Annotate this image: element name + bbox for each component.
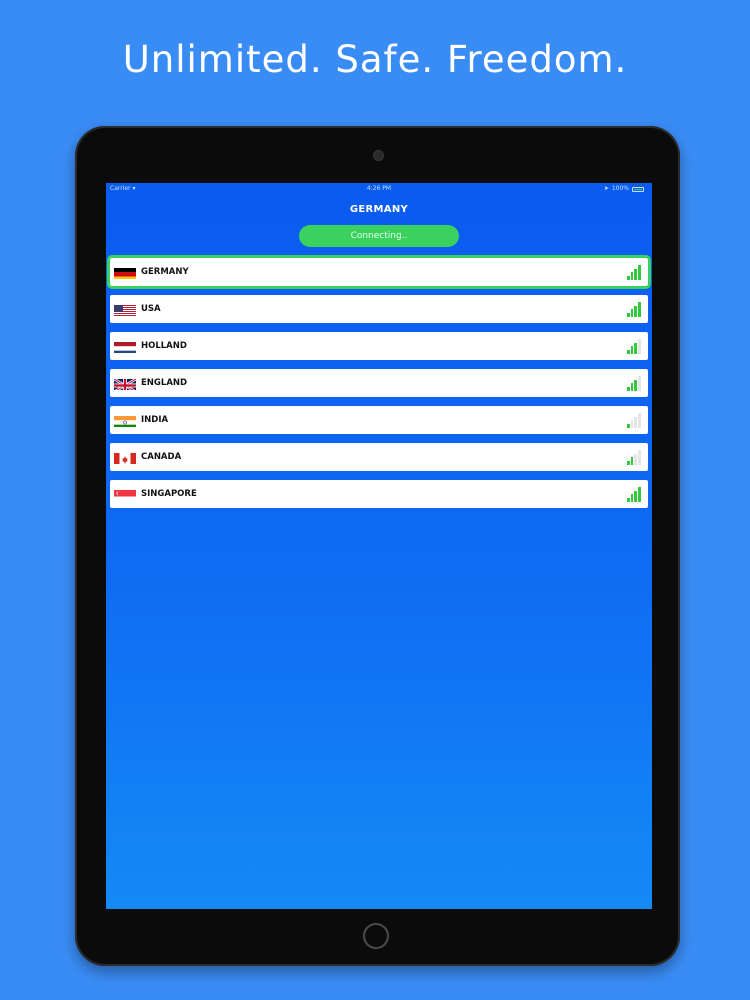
status-time: 4:26 PM (366, 185, 392, 192)
signal-bar (634, 305, 637, 317)
signal-bar (630, 346, 634, 354)
country-label: SINGAPORE (141, 489, 197, 499)
signal-strength-icon (627, 265, 641, 280)
signal-bar (630, 494, 634, 502)
india-flag-icon (114, 414, 136, 427)
signal-bar (634, 416, 637, 428)
signal-bar (627, 424, 630, 428)
signal-bar (630, 383, 634, 391)
signal-bar (638, 376, 641, 391)
status-bar: Carrier ▾ 4:26 PM ➤ 100% (106, 183, 652, 195)
signal-bar (634, 342, 637, 354)
country-row-holland[interactable]: HOLLAND (110, 332, 648, 360)
signal-bar (638, 413, 641, 428)
canada-flag-icon (114, 451, 136, 464)
country-label: HOLLAND (141, 341, 187, 351)
signal-bar (627, 276, 630, 280)
signal-bar (627, 387, 630, 391)
signal-bar (627, 498, 630, 502)
country-row-india[interactable]: INDIA (110, 406, 648, 434)
signal-strength-icon (627, 339, 641, 354)
germany-flag-icon (114, 266, 136, 279)
marketing-headline: Unlimited. Safe. Freedom. (122, 38, 628, 81)
country-row-usa[interactable]: USA (110, 295, 648, 323)
location-icon: ➤ (603, 185, 609, 192)
signal-bar (638, 487, 641, 502)
usa-flag-icon (114, 303, 136, 316)
signal-strength-icon (627, 413, 641, 428)
app-screen: Carrier ▾ 4:26 PM ➤ 100% GERMANY Connect… (106, 183, 652, 909)
country-row-singapore[interactable]: SINGAPORE (110, 480, 648, 508)
country-label: GERMANY (141, 267, 189, 277)
signal-bar (627, 461, 630, 465)
singapore-flag-icon (114, 488, 136, 501)
signal-bar (627, 313, 630, 317)
selected-country-title: GERMANY (349, 204, 409, 215)
signal-bar (627, 350, 630, 354)
country-label: ENGLAND (141, 378, 188, 388)
signal-strength-icon (627, 487, 641, 502)
country-label: INDIA (141, 415, 169, 425)
signal-bar (638, 450, 641, 465)
signal-bar (630, 309, 634, 317)
signal-strength-icon (627, 450, 641, 465)
signal-bar (630, 420, 634, 428)
signal-bar (634, 453, 637, 465)
england-flag-icon (114, 377, 136, 390)
home-button[interactable] (363, 923, 389, 949)
battery-icon (632, 186, 644, 192)
country-row-canada[interactable]: CANADA (110, 443, 648, 471)
signal-bar (638, 265, 641, 280)
holland-flag-icon (114, 340, 136, 353)
camera-icon (374, 151, 383, 160)
signal-bar (630, 272, 634, 280)
country-row-england[interactable]: ENGLAND (110, 369, 648, 397)
signal-bar (638, 302, 641, 317)
connect-button[interactable]: Connecting.. (299, 225, 459, 247)
signal-strength-icon (627, 302, 641, 317)
country-label: USA (141, 304, 161, 314)
country-row-germany[interactable]: GERMANY (107, 255, 651, 289)
signal-bar (634, 268, 637, 280)
signal-strength-icon (627, 376, 641, 391)
country-label: CANADA (141, 452, 182, 462)
tablet-device-frame: Carrier ▾ 4:26 PM ➤ 100% GERMANY Connect… (75, 126, 680, 966)
signal-bar (634, 490, 637, 502)
status-right: ➤ 100% (604, 183, 644, 195)
signal-bar (630, 457, 634, 465)
signal-bar (638, 339, 641, 354)
battery-percent: 100% (611, 185, 629, 192)
signal-bar (634, 379, 637, 391)
